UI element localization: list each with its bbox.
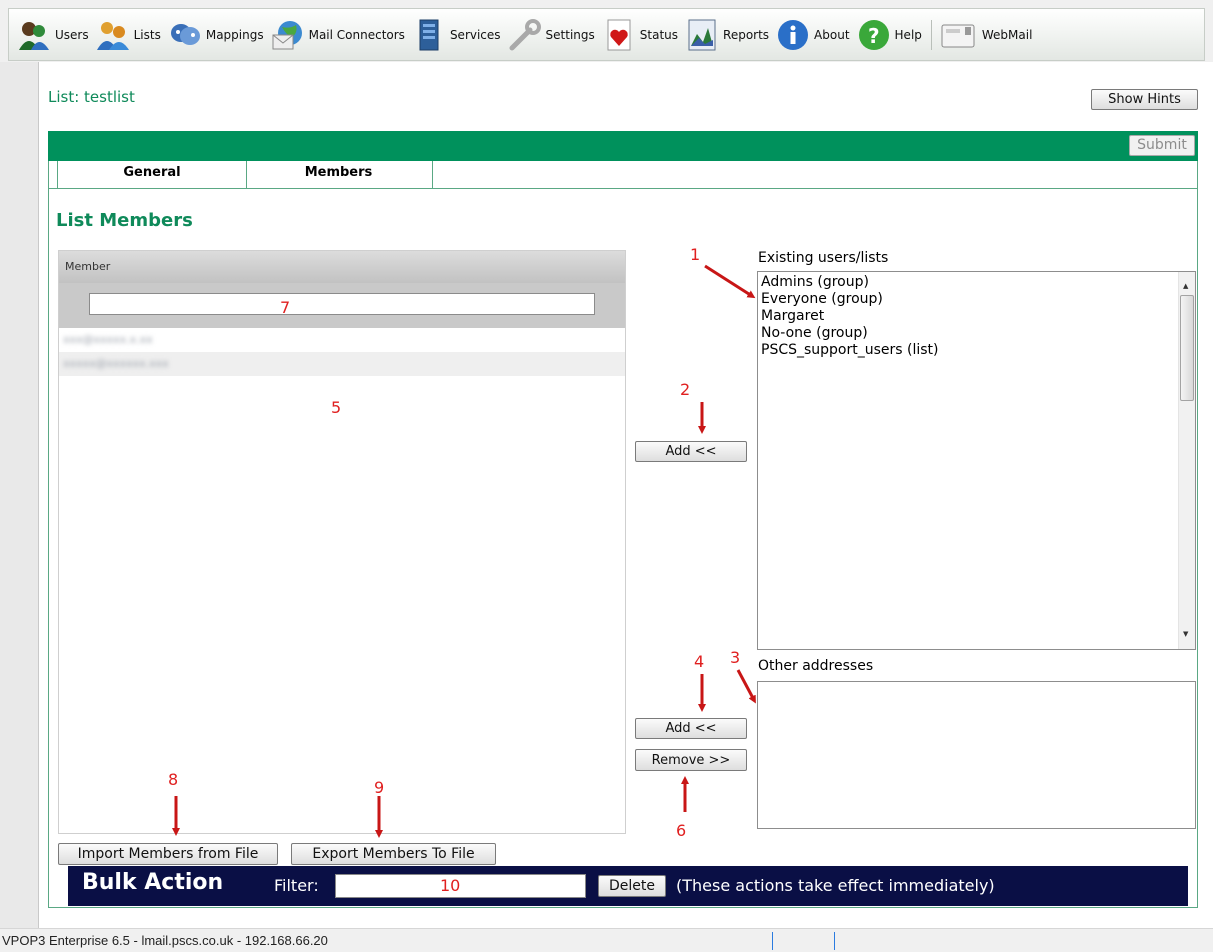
- show-hints-button[interactable]: Show Hints: [1091, 89, 1198, 110]
- toolbar-mappings-label: Mappings: [205, 27, 264, 42]
- annotation-label: 3: [730, 648, 741, 667]
- submit-button[interactable]: Submit: [1129, 135, 1195, 156]
- toolbar-separator: [930, 19, 932, 50]
- annotation-label: 7: [280, 298, 291, 317]
- export-members-button[interactable]: Export Members To File: [291, 843, 496, 865]
- toolbar-about-label: About: [814, 27, 850, 42]
- table-row[interactable]: xxx@xxxxx.x.xx: [59, 328, 625, 352]
- list-item[interactable]: No-one (group): [761, 325, 1195, 342]
- toolbar-webmail-label: WebMail: [981, 27, 1033, 42]
- main-panel: List: testlist Show Hints Submit General…: [38, 62, 1213, 928]
- list-item[interactable]: Everyone (group): [761, 291, 1195, 308]
- remove-member-button[interactable]: Remove >>: [635, 749, 747, 771]
- scroll-down-icon[interactable]: ▼: [1183, 626, 1188, 643]
- member-column-header[interactable]: Member: [59, 251, 625, 283]
- toolbar-help[interactable]: ? Help: [857, 18, 922, 52]
- help-icon: ?: [857, 18, 891, 52]
- webmail-icon: [940, 18, 978, 52]
- table-row[interactable]: xxxxx@xxxxxx.xxx: [59, 352, 625, 376]
- existing-users-label: Existing users/lists: [758, 250, 889, 266]
- tab-strip: General Members: [48, 161, 1198, 189]
- tab-general[interactable]: General: [57, 161, 247, 188]
- section-title: List Members: [56, 210, 193, 231]
- bulk-action-note: (These actions take effect immediately): [676, 876, 995, 895]
- toolbar-help-label: Help: [894, 27, 922, 42]
- toolbar-users[interactable]: Users: [17, 18, 89, 52]
- member-grid: Member xxx@xxxxx.x.xx xxxxx@xxxxxx.xxx: [58, 250, 626, 834]
- left-gutter: [0, 62, 38, 928]
- add-other-button[interactable]: Add <<: [635, 718, 747, 739]
- annotation-label: 4: [694, 652, 705, 671]
- about-icon: [776, 18, 810, 52]
- tab-members[interactable]: Members: [245, 161, 433, 188]
- toolbar-services-label: Services: [449, 27, 501, 42]
- add-existing-button[interactable]: Add <<: [635, 441, 747, 462]
- page-title: List: testlist: [48, 88, 135, 106]
- bulk-delete-button[interactable]: Delete: [598, 875, 666, 897]
- settings-icon: [508, 18, 542, 52]
- toolbar-webmail[interactable]: WebMail: [940, 18, 1033, 52]
- main-toolbar: Users Lists Mappings Mail Connectors Ser…: [8, 8, 1205, 61]
- toolbar-lists-label: Lists: [133, 27, 161, 42]
- status-divider: [834, 932, 835, 950]
- toolbar-status-label: Status: [639, 27, 679, 42]
- other-addresses-input[interactable]: [757, 681, 1196, 829]
- scroll-up-icon[interactable]: ▲: [1183, 278, 1188, 295]
- svg-text:?: ?: [868, 24, 880, 48]
- bulk-filter-label: Filter:: [274, 876, 319, 895]
- toolbar-lists[interactable]: Lists: [96, 18, 161, 52]
- users-icon: [17, 18, 51, 52]
- import-members-button[interactable]: Import Members from File: [58, 843, 278, 865]
- toolbar-settings[interactable]: Settings: [508, 18, 595, 52]
- annotation-label: 2: [680, 380, 691, 399]
- mail-connectors-icon: [271, 18, 305, 52]
- list-item[interactable]: Admins (group): [761, 274, 1195, 291]
- status-text: VPOP3 Enterprise 6.5 - lmail.pscs.co.uk …: [2, 933, 328, 948]
- annotation-label: 10: [440, 876, 461, 895]
- status-icon: [602, 18, 636, 52]
- mappings-icon: [168, 18, 202, 52]
- bulk-action-title: Bulk Action: [82, 870, 224, 895]
- toolbar-about[interactable]: About: [776, 18, 850, 52]
- member-email: xxx@xxxxx.x.xx: [63, 333, 153, 346]
- bulk-action-bar: Bulk Action Filter: Delete (These action…: [68, 866, 1188, 906]
- list-item[interactable]: Margaret: [761, 308, 1195, 325]
- toolbar-mappings[interactable]: Mappings: [168, 18, 264, 52]
- toolbar-status[interactable]: Status: [602, 18, 678, 52]
- bulk-filter-input[interactable]: [335, 874, 586, 898]
- existing-users-listbox[interactable]: Admins (group) Everyone (group) Margaret…: [757, 271, 1196, 650]
- member-filter-row: [59, 283, 625, 328]
- annotation-label: 5: [331, 398, 342, 417]
- toolbar-settings-label: Settings: [545, 27, 595, 42]
- scroll-thumb[interactable]: [1180, 295, 1194, 401]
- toolbar-reports[interactable]: Reports: [685, 18, 769, 52]
- toolbar-mail-connectors-label: Mail Connectors: [308, 27, 405, 42]
- toolbar-reports-label: Reports: [723, 27, 770, 42]
- toolbar-mail-connectors[interactable]: Mail Connectors: [271, 18, 405, 52]
- list-item[interactable]: PSCS_support_users (list): [761, 342, 1195, 359]
- annotation-label: 6: [676, 821, 687, 840]
- action-bar: Submit: [48, 131, 1198, 161]
- member-email: xxxxx@xxxxxx.xxx: [63, 357, 169, 370]
- annotation-label: 8: [168, 770, 179, 789]
- annotation-label: 1: [690, 245, 701, 264]
- member-filter-input[interactable]: [89, 293, 595, 315]
- status-bar: VPOP3 Enterprise 6.5 - lmail.pscs.co.uk …: [0, 928, 1213, 952]
- toolbar-users-label: Users: [55, 27, 89, 42]
- toolbar-services[interactable]: Services: [412, 18, 501, 52]
- annotation-label: 9: [374, 778, 385, 797]
- services-icon: [412, 18, 446, 52]
- listbox-scrollbar[interactable]: ▲ ▼: [1178, 272, 1195, 649]
- lists-icon: [96, 18, 130, 52]
- other-addresses-label: Other addresses: [758, 658, 874, 674]
- status-divider: [772, 932, 773, 950]
- reports-icon: [685, 18, 719, 52]
